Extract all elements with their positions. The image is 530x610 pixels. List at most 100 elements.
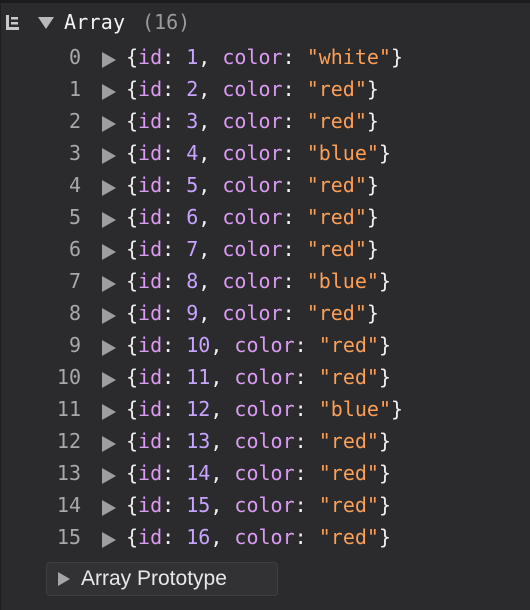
color-key: color: [222, 77, 283, 101]
colon: :: [282, 301, 307, 325]
expand-item-triangle-icon[interactable]: [102, 308, 116, 324]
id-value: 11: [186, 365, 211, 389]
color-value: "blue": [306, 141, 379, 165]
array-item-row[interactable]: 12 {id: 13, color: "red"}: [0, 427, 530, 459]
comma: ,: [198, 301, 223, 325]
array-item-row[interactable]: 11 {id: 12, color: "blue"}: [0, 395, 530, 427]
id-value: 16: [186, 525, 211, 549]
top-divider: [0, 0, 530, 3]
comma: ,: [198, 77, 223, 101]
close-brace: }: [366, 205, 379, 229]
collapsed-triangle-icon: [58, 572, 70, 586]
colon: :: [282, 109, 307, 133]
array-item-row[interactable]: 0 {id: 1, color: "white"}: [0, 43, 530, 75]
id-value: 1: [186, 45, 199, 69]
expand-item-triangle-icon[interactable]: [102, 500, 116, 516]
colon: :: [282, 237, 307, 261]
colon: :: [282, 77, 307, 101]
comma: ,: [210, 429, 235, 453]
expand-item-triangle-icon[interactable]: [102, 276, 116, 292]
colon: :: [162, 333, 187, 357]
expand-item-triangle-icon[interactable]: [102, 468, 116, 484]
id-value: 4: [186, 141, 199, 165]
expand-item-triangle-icon[interactable]: [102, 52, 116, 68]
array-item-row[interactable]: 4 {id: 5, color: "red"}: [0, 171, 530, 203]
expand-item-triangle-icon[interactable]: [102, 84, 116, 100]
array-item-row[interactable]: 10 {id: 11, color: "red"}: [0, 363, 530, 395]
array-item-row[interactable]: 14 {id: 15, color: "red"}: [0, 491, 530, 523]
expand-item-triangle-icon[interactable]: [102, 372, 116, 388]
id-value: 8: [186, 269, 199, 293]
id-key: id: [138, 141, 163, 165]
array-item-row[interactable]: 9 {id: 10, color: "red"}: [0, 331, 530, 363]
id-key: id: [138, 109, 163, 133]
expand-item-triangle-icon[interactable]: [102, 436, 116, 452]
open-brace: {: [126, 397, 139, 421]
array-item-row[interactable]: 15 {id: 16, color: "red"}: [0, 523, 530, 555]
item-index: 12: [56, 429, 81, 453]
color-value: "red": [318, 525, 379, 549]
close-brace: }: [378, 461, 391, 485]
colon: :: [162, 493, 187, 517]
array-item-row[interactable]: 6 {id: 7, color: "red"}: [0, 235, 530, 267]
expand-item-triangle-icon[interactable]: [102, 532, 116, 548]
comma: ,: [210, 461, 235, 485]
close-brace: }: [378, 333, 391, 357]
colon: :: [294, 525, 319, 549]
color-value: "blue": [306, 269, 379, 293]
array-item-row[interactable]: 2 {id: 3, color: "red"}: [0, 107, 530, 139]
id-key: id: [138, 45, 163, 69]
color-key: color: [234, 461, 295, 485]
colon: :: [294, 461, 319, 485]
color-value: "red": [318, 493, 379, 517]
object-preview: {id: 4, color: "blue"}: [126, 141, 391, 165]
expand-item-triangle-icon[interactable]: [102, 404, 116, 420]
colon: :: [282, 173, 307, 197]
object-preview: {id: 2, color: "red"}: [126, 77, 379, 101]
color-value: "red": [318, 461, 379, 485]
expand-item-triangle-icon[interactable]: [102, 212, 116, 228]
expand-triangle-icon[interactable]: [38, 17, 54, 29]
comma: ,: [198, 205, 223, 229]
color-key: color: [234, 525, 295, 549]
id-value: 10: [186, 333, 211, 357]
colon: :: [162, 301, 187, 325]
object-preview: {id: 13, color: "red"}: [126, 429, 391, 453]
array-item-row[interactable]: 7 {id: 8, color: "blue"}: [0, 267, 530, 299]
open-brace: {: [126, 173, 139, 197]
array-prototype-button[interactable]: Array Prototype: [46, 562, 278, 596]
close-brace: }: [378, 493, 391, 517]
object-preview: {id: 11, color: "red"}: [126, 365, 391, 389]
array-items-list: 0 {id: 1, color: "white"} 1 {id: 2, color: …: [0, 43, 530, 555]
colon: :: [282, 141, 307, 165]
color-key: color: [222, 109, 283, 133]
comma: ,: [198, 237, 223, 261]
object-preview: {id: 12, color: "blue"}: [126, 397, 403, 421]
expand-item-triangle-icon[interactable]: [102, 340, 116, 356]
item-index: 3: [68, 141, 81, 165]
array-item-row[interactable]: 3 {id: 4, color: "blue"}: [0, 139, 530, 171]
colon: :: [162, 237, 187, 261]
comma: ,: [198, 269, 223, 293]
array-item-row[interactable]: 1 {id: 2, color: "red"}: [0, 75, 530, 107]
array-header[interactable]: Array (16): [0, 8, 530, 38]
expand-item-triangle-icon[interactable]: [102, 244, 116, 260]
colon: :: [162, 365, 187, 389]
id-key: id: [138, 365, 163, 389]
open-brace: {: [126, 77, 139, 101]
color-value: "red": [306, 173, 367, 197]
array-item-row[interactable]: 5 {id: 6, color: "red"}: [0, 203, 530, 235]
item-index: 1: [68, 77, 81, 101]
open-brace: {: [126, 525, 139, 549]
item-index: 4: [68, 173, 81, 197]
array-item-row[interactable]: 13 {id: 14, color: "red"}: [0, 459, 530, 491]
open-brace: {: [126, 141, 139, 165]
colon: :: [162, 269, 187, 293]
item-index: 10: [56, 365, 81, 389]
expand-item-triangle-icon[interactable]: [102, 116, 116, 132]
comma: ,: [210, 493, 235, 517]
array-item-row[interactable]: 8 {id: 9, color: "red"}: [0, 299, 530, 331]
expand-item-triangle-icon[interactable]: [102, 148, 116, 164]
expand-item-triangle-icon[interactable]: [102, 180, 116, 196]
open-brace: {: [126, 301, 139, 325]
